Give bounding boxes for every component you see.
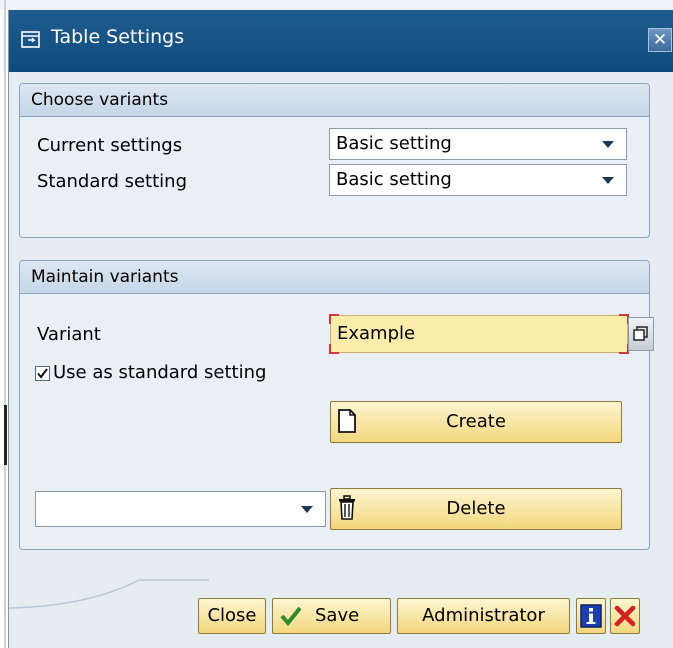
current-settings-dropdown[interactable]: Basic setting <box>329 128 627 160</box>
variant-input[interactable]: Example <box>329 314 629 354</box>
window-icon <box>21 31 40 48</box>
delete-button[interactable]: Delete <box>330 488 622 530</box>
table-settings-dialog: Table Settings ✕ Choose variants Current… <box>8 10 673 648</box>
maintain-variants-group: Maintain variants Variant Example Use as… <box>19 260 654 550</box>
background-app-edge <box>4 0 6 648</box>
current-settings-value: Basic setting <box>336 133 452 154</box>
delete-button-label: Delete <box>446 498 506 519</box>
use-as-standard-label: Use as standard setting <box>53 362 267 383</box>
cancel-button[interactable] <box>610 598 640 634</box>
use-as-standard-checkbox[interactable] <box>35 366 50 381</box>
background-app-strip <box>0 0 673 10</box>
checkmark-icon <box>37 368 48 379</box>
dropdown-icon <box>602 177 614 184</box>
create-button-label: Create <box>446 411 506 432</box>
cancel-icon <box>614 605 636 627</box>
standard-setting-value: Basic setting <box>336 169 452 190</box>
footer-divider <box>9 579 209 609</box>
delete-variant-dropdown[interactable] <box>35 491 326 527</box>
f4-help-button[interactable] <box>628 317 654 351</box>
required-marker <box>329 314 339 324</box>
background-app-mark <box>4 405 7 465</box>
variant-label: Variant <box>37 324 101 345</box>
choose-variants-group: Choose variants Current settings Basic s… <box>19 83 650 238</box>
current-settings-label: Current settings <box>37 135 183 156</box>
create-button[interactable]: Create <box>330 401 622 443</box>
choose-variants-header: Choose variants <box>20 84 649 117</box>
dialog-title: Table Settings <box>51 26 185 48</box>
required-marker <box>329 344 339 354</box>
standard-setting-dropdown[interactable]: Basic setting <box>329 164 627 196</box>
info-icon <box>580 604 602 628</box>
save-button[interactable]: Save <box>272 598 391 634</box>
f4-help-icon <box>633 326 648 341</box>
standard-setting-label: Standard setting <box>37 171 188 192</box>
save-check-icon <box>280 606 302 627</box>
maintain-variants-header: Maintain variants <box>20 261 649 294</box>
variant-value: Example <box>337 323 416 344</box>
close-icon[interactable]: ✕ <box>648 28 672 52</box>
dropdown-icon <box>301 506 313 513</box>
administrator-button[interactable]: Administrator <box>397 598 570 634</box>
save-button-label: Save <box>315 605 360 626</box>
title-bar[interactable]: Table Settings ✕ <box>9 10 673 72</box>
close-button[interactable]: Close <box>198 598 266 634</box>
info-button[interactable] <box>576 598 606 634</box>
dropdown-icon <box>602 141 614 148</box>
